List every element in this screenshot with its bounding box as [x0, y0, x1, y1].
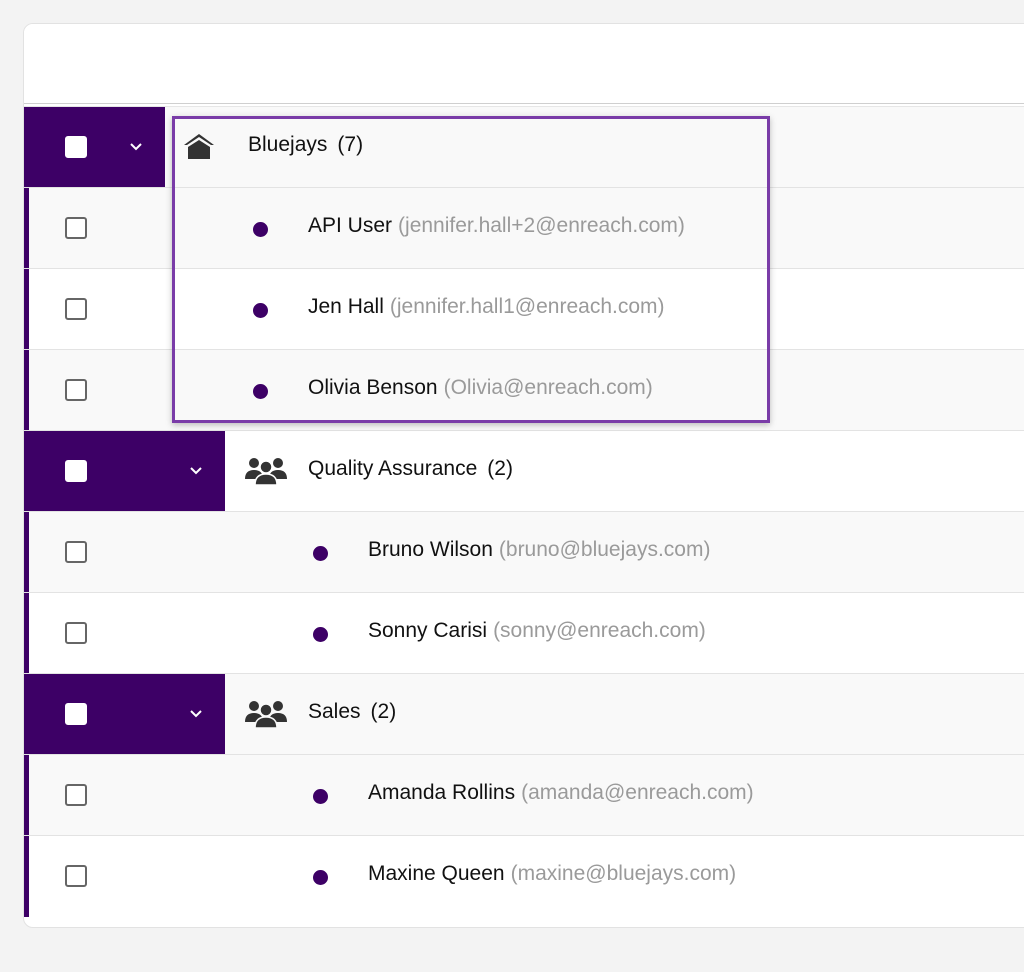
user-row[interactable]: API User (jennifer.hall+2@enreach.com) — [24, 188, 1024, 269]
chevron-down-icon[interactable] — [127, 137, 145, 155]
user-row[interactable]: Amanda Rollins (amanda@enreach.com) — [24, 755, 1024, 836]
group-row-quality-assurance[interactable]: Quality Assurance (2) — [24, 431, 1024, 512]
group-checkbox[interactable] — [65, 136, 87, 158]
group-checkbox[interactable] — [65, 703, 87, 725]
group-name: Bluejays (7) — [248, 133, 364, 156]
user-checkbox[interactable] — [65, 865, 87, 887]
group-tree: Bluejays (7) API User (jennifer.hall+2@enr… — [24, 107, 1024, 917]
user-label: Sonny Carisi (sonny@enreach.com) — [368, 619, 706, 642]
user-checkbox[interactable] — [65, 379, 87, 401]
group-name: Sales (2) — [308, 700, 397, 723]
home-icon — [181, 131, 227, 165]
group-icon — [243, 455, 289, 489]
user-row[interactable]: Maxine Queen (maxine@bluejays.com) — [24, 836, 1024, 917]
user-row[interactable]: Sonny Carisi (sonny@enreach.com) — [24, 593, 1024, 674]
row-accent-bar — [24, 836, 29, 917]
user-row[interactable]: Jen Hall (jennifer.hall1@enreach.com) — [24, 269, 1024, 350]
group-header-block — [24, 107, 165, 187]
group-row-bluejays[interactable]: Bluejays (7) — [24, 107, 1024, 188]
user-label: Amanda Rollins (amanda@enreach.com) — [368, 781, 754, 804]
row-accent-bar — [24, 593, 29, 673]
user-label: Maxine Queen (maxine@bluejays.com) — [368, 862, 737, 885]
chevron-down-icon[interactable] — [187, 704, 205, 722]
status-dot-icon — [313, 627, 328, 642]
user-checkbox[interactable] — [65, 784, 87, 806]
row-accent-bar — [24, 188, 29, 268]
user-label: API User (jennifer.hall+2@enreach.com) — [308, 214, 685, 237]
group-row-sales[interactable]: Sales (2) — [24, 674, 1024, 755]
user-label: Jen Hall (jennifer.hall1@enreach.com) — [308, 295, 665, 318]
status-dot-icon — [253, 222, 268, 237]
status-dot-icon — [313, 789, 328, 804]
tree-panel: Bluejays (7) API User (jennifer.hall+2@enr… — [23, 23, 1024, 928]
group-name: Quality Assurance (2) — [308, 457, 513, 480]
row-accent-bar — [24, 755, 29, 835]
user-row[interactable]: Olivia Benson (Olivia@enreach.com) — [24, 350, 1024, 431]
user-label: Bruno Wilson (bruno@bluejays.com) — [368, 538, 711, 561]
status-dot-icon — [313, 546, 328, 561]
panel-header — [24, 24, 1024, 107]
status-dot-icon — [253, 384, 268, 399]
group-header-block — [24, 674, 225, 754]
group-header-block — [24, 431, 225, 511]
user-checkbox[interactable] — [65, 622, 87, 644]
group-icon — [243, 698, 289, 732]
status-dot-icon — [253, 303, 268, 318]
row-accent-bar — [24, 269, 29, 349]
user-label: Olivia Benson (Olivia@enreach.com) — [308, 376, 653, 399]
user-checkbox[interactable] — [65, 298, 87, 320]
chevron-down-icon[interactable] — [187, 461, 205, 479]
group-checkbox[interactable] — [65, 460, 87, 482]
row-accent-bar — [24, 350, 29, 430]
user-checkbox[interactable] — [65, 217, 87, 239]
user-checkbox[interactable] — [65, 541, 87, 563]
user-row[interactable]: Bruno Wilson (bruno@bluejays.com) — [24, 512, 1024, 593]
status-dot-icon — [313, 870, 328, 885]
row-accent-bar — [24, 512, 29, 592]
